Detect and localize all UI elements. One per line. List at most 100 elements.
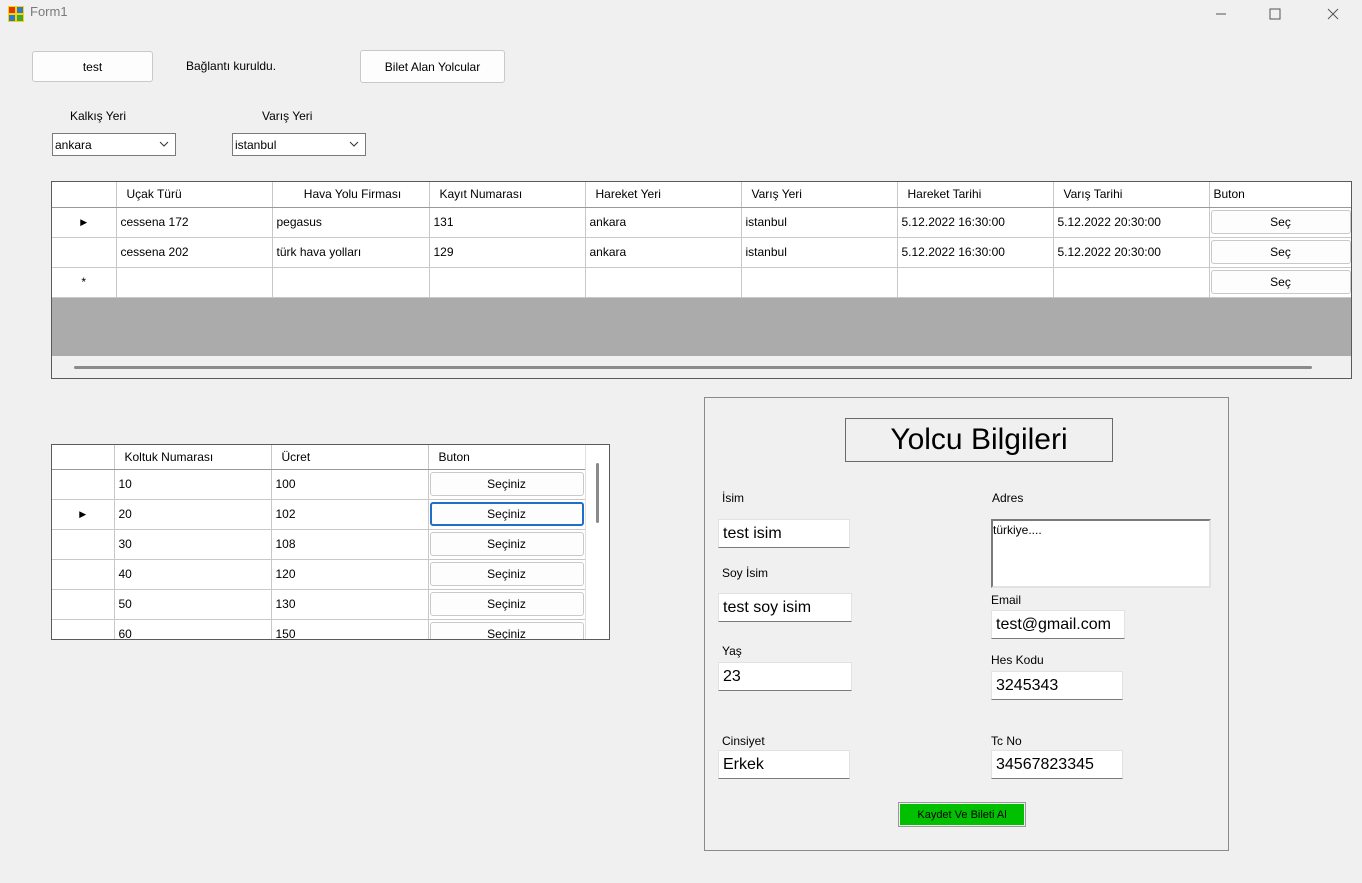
maximize-icon bbox=[1269, 8, 1281, 20]
table-row[interactable]: 60 150 Seçiniz bbox=[52, 619, 586, 639]
vertical-scrollbar[interactable] bbox=[585, 445, 609, 639]
horizontal-scrollbar[interactable] bbox=[52, 356, 1351, 378]
row-header bbox=[52, 619, 115, 639]
hes-input[interactable]: 3245343 bbox=[991, 671, 1123, 700]
table-cell[interactable] bbox=[1053, 267, 1210, 298]
table-cell[interactable]: 131 bbox=[429, 207, 586, 238]
title-bar bbox=[0, 0, 1362, 30]
column-header[interactable]: Varış Tarihi bbox=[1053, 182, 1210, 208]
row-header bbox=[52, 469, 115, 500]
column-header[interactable]: Koltuk Numarası bbox=[114, 445, 272, 470]
table-row[interactable]: 30 108 Seçiniz bbox=[52, 529, 586, 560]
table-cell[interactable]: türk hava yolları bbox=[272, 237, 430, 268]
select-seat-button[interactable]: Seçiniz bbox=[429, 472, 584, 496]
table-cell[interactable]: 129 bbox=[429, 237, 586, 268]
table-cell[interactable]: 30 bbox=[114, 529, 272, 560]
table-cell[interactable] bbox=[116, 267, 273, 298]
table-cell[interactable]: 50 bbox=[114, 589, 272, 620]
table-cell[interactable]: istanbul bbox=[741, 237, 898, 268]
tc-input[interactable]: 34567823345 bbox=[991, 750, 1123, 779]
column-header[interactable]: Hava Yolu Firması bbox=[272, 182, 430, 208]
select-seat-button[interactable]: Seçiniz bbox=[429, 592, 584, 616]
flights-grid[interactable]: Uçak Türü Hava Yolu Firması Kayıt Numara… bbox=[51, 181, 1352, 379]
passenger-title: Yolcu Bilgileri bbox=[845, 418, 1113, 462]
scrollbar-thumb[interactable] bbox=[74, 366, 1312, 369]
column-header[interactable]: Buton bbox=[1209, 182, 1351, 208]
table-row[interactable]: cessena 202 türk hava yolları 129 ankara… bbox=[52, 237, 1351, 268]
column-header[interactable]: Ücret bbox=[271, 445, 429, 470]
table-cell[interactable]: 5.12.2022 20:30:00 bbox=[1053, 207, 1210, 238]
gender-label: Cinsiyet bbox=[722, 734, 765, 748]
surname-input[interactable]: test soy isim bbox=[718, 593, 852, 622]
table-cell[interactable] bbox=[741, 267, 898, 298]
departure-label: Kalkış Yeri bbox=[70, 109, 127, 123]
arrival-value: istanbul bbox=[235, 137, 277, 152]
table-cell[interactable]: cessena 172 bbox=[116, 207, 273, 238]
name-input[interactable]: test isim bbox=[718, 519, 850, 548]
select-seat-button[interactable]: Seçiniz bbox=[429, 532, 584, 556]
close-button[interactable] bbox=[1310, 0, 1356, 28]
table-cell[interactable]: ankara bbox=[585, 237, 742, 268]
table-cell[interactable]: 5.12.2022 20:30:00 bbox=[1053, 237, 1210, 268]
table-cell[interactable]: 102 bbox=[271, 499, 429, 530]
table-row[interactable]: ▶ cessena 172 pegasus 131 ankara istanbu… bbox=[52, 207, 1351, 238]
table-cell[interactable]: 40 bbox=[114, 559, 272, 590]
address-textarea[interactable]: türkiye.... bbox=[991, 519, 1211, 588]
table-cell[interactable]: 120 bbox=[271, 559, 429, 590]
close-icon bbox=[1327, 8, 1339, 20]
table-row[interactable]: 40 120 Seçiniz bbox=[52, 559, 586, 590]
table-cell[interactable]: pegasus bbox=[272, 207, 430, 238]
select-flight-button[interactable]: Seç bbox=[1210, 210, 1351, 234]
age-input[interactable]: 23 bbox=[718, 662, 852, 691]
select-flight-button[interactable]: Seç bbox=[1210, 270, 1351, 294]
seats-grid[interactable]: Koltuk Numarası Ücret Buton 10 100 Seçin… bbox=[51, 444, 610, 640]
table-row[interactable]: 10 100 Seçiniz bbox=[52, 469, 586, 500]
hes-label: Hes Kodu bbox=[991, 653, 1044, 667]
column-header[interactable]: Uçak Türü bbox=[116, 182, 273, 208]
table-cell[interactable]: 150 bbox=[271, 619, 429, 639]
table-cell[interactable] bbox=[272, 267, 430, 298]
table-cell[interactable]: 108 bbox=[271, 529, 429, 560]
email-input[interactable]: test@gmail.com bbox=[991, 610, 1125, 639]
age-label: Yaş bbox=[722, 644, 742, 658]
table-cell[interactable] bbox=[429, 267, 586, 298]
seats-header-row: Koltuk Numarası Ücret Buton bbox=[52, 445, 586, 470]
table-cell[interactable]: 5.12.2022 16:30:00 bbox=[897, 207, 1054, 238]
new-row[interactable]: * Seç bbox=[52, 267, 1351, 298]
passengers-button[interactable]: Bilet Alan Yolcular bbox=[360, 50, 505, 83]
column-header[interactable]: Buton bbox=[428, 445, 586, 470]
table-cell[interactable]: ankara bbox=[585, 207, 742, 238]
select-seat-button[interactable]: Seçiniz bbox=[429, 502, 584, 526]
table-cell[interactable]: 20 bbox=[114, 499, 272, 530]
table-cell[interactable]: 60 bbox=[114, 619, 272, 639]
column-header[interactable]: Hareket Tarihi bbox=[897, 182, 1054, 208]
table-cell[interactable]: 130 bbox=[271, 589, 429, 620]
scrollbar-thumb[interactable] bbox=[596, 463, 599, 523]
table-cell[interactable]: 10 bbox=[114, 469, 272, 500]
save-and-buy-button[interactable]: Kaydet Ve Bileti Al bbox=[898, 802, 1026, 827]
select-flight-button[interactable]: Seç bbox=[1210, 240, 1351, 264]
table-row[interactable]: 50 130 Seçiniz bbox=[52, 589, 586, 620]
departure-value: ankara bbox=[55, 137, 92, 152]
column-header[interactable]: Kayıt Numarası bbox=[429, 182, 586, 208]
row-header-corner bbox=[52, 445, 115, 470]
column-header[interactable]: Varış Yeri bbox=[741, 182, 898, 208]
test-button[interactable]: test bbox=[32, 51, 153, 82]
departure-combo[interactable]: ankara bbox=[52, 133, 176, 156]
arrival-combo[interactable]: istanbul bbox=[232, 133, 366, 156]
name-label: İsim bbox=[722, 491, 744, 505]
select-seat-button[interactable]: Seçiniz bbox=[429, 622, 584, 639]
chevron-down-icon bbox=[349, 141, 359, 147]
table-cell[interactable]: istanbul bbox=[741, 207, 898, 238]
table-cell[interactable] bbox=[585, 267, 742, 298]
table-cell[interactable]: 5.12.2022 16:30:00 bbox=[897, 237, 1054, 268]
select-seat-button[interactable]: Seçiniz bbox=[429, 562, 584, 586]
column-header[interactable]: Hareket Yeri bbox=[585, 182, 742, 208]
gender-input[interactable]: Erkek bbox=[718, 750, 850, 779]
maximize-button[interactable] bbox=[1252, 0, 1298, 28]
table-cell[interactable] bbox=[897, 267, 1054, 298]
minimize-button[interactable] bbox=[1198, 0, 1244, 28]
table-row[interactable]: ▶ 20 102 Seçiniz bbox=[52, 499, 586, 530]
table-cell[interactable]: cessena 202 bbox=[116, 237, 273, 268]
table-cell[interactable]: 100 bbox=[271, 469, 429, 500]
